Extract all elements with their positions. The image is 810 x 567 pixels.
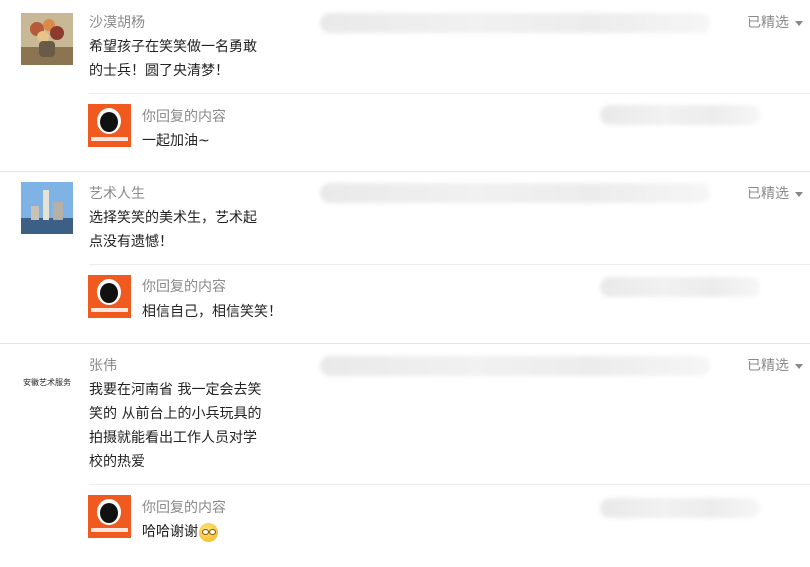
reply-label: 你回复的内容 xyxy=(142,279,226,295)
comment-divider xyxy=(0,171,810,172)
status-label: 已精选 xyxy=(747,186,789,202)
comment-text: 我要在河南省 我一定会去笑 笑的 从前台上的小兵玩具的 拍摄就能看出工作人员对学… xyxy=(89,382,262,470)
comment-divider xyxy=(0,343,810,344)
avatar xyxy=(21,13,73,65)
blurred-info xyxy=(320,13,710,33)
reply-text-content: 哈哈谢谢 xyxy=(142,524,198,540)
city-skyline-icon xyxy=(21,182,73,234)
status-label: 已精选 xyxy=(747,358,789,374)
reply-avatar xyxy=(88,495,131,538)
reply-label: 你回复的内容 xyxy=(142,500,226,516)
avatar xyxy=(21,182,73,234)
logo-icon xyxy=(88,275,131,318)
featured-status-button[interactable]: 已精选 xyxy=(747,357,803,375)
avatar: 安徽艺术服务 xyxy=(21,355,73,407)
reply-text: 一起加油~ xyxy=(142,133,210,149)
logo-icon xyxy=(88,104,131,147)
blurred-info xyxy=(320,183,710,203)
reply-divider xyxy=(89,484,810,485)
blurred-info xyxy=(600,277,760,297)
featured-status-button[interactable]: 已精选 xyxy=(747,14,803,32)
comment-author: 艺术人生 xyxy=(89,186,145,202)
blurred-info xyxy=(600,498,760,518)
smiley-icon xyxy=(199,522,218,542)
comment-author: 沙漠胡杨 xyxy=(89,15,145,31)
chevron-down-icon xyxy=(795,191,803,197)
logo-icon xyxy=(88,495,131,538)
art-service-logo-icon: 安徽艺术服务 xyxy=(21,355,73,407)
blurred-info xyxy=(320,356,710,376)
status-label: 已精选 xyxy=(747,15,789,31)
reply-text: 哈哈谢谢 xyxy=(142,522,218,542)
comment-text: 希望孩子在笑笑做一名勇敢 的士兵！圆了央清梦！ xyxy=(89,39,257,79)
comment-text: 选择笑笑的美术生，艺术起 点没有遗憾！ xyxy=(89,210,257,250)
chevron-down-icon xyxy=(795,20,803,26)
reply-text: 相信自己，相信笑笑！ xyxy=(142,304,282,320)
blurred-info xyxy=(600,105,760,125)
reply-avatar xyxy=(88,104,131,147)
avatar-text: 安徽艺术服务 xyxy=(23,377,71,387)
reply-divider xyxy=(89,264,810,265)
reply-label: 你回复的内容 xyxy=(142,109,226,125)
reply-divider xyxy=(89,93,810,94)
flowers-painting-icon xyxy=(21,13,73,65)
chevron-down-icon xyxy=(795,363,803,369)
featured-status-button[interactable]: 已精选 xyxy=(747,185,803,203)
reply-avatar xyxy=(88,275,131,318)
comment-author: 张伟 xyxy=(89,358,117,374)
